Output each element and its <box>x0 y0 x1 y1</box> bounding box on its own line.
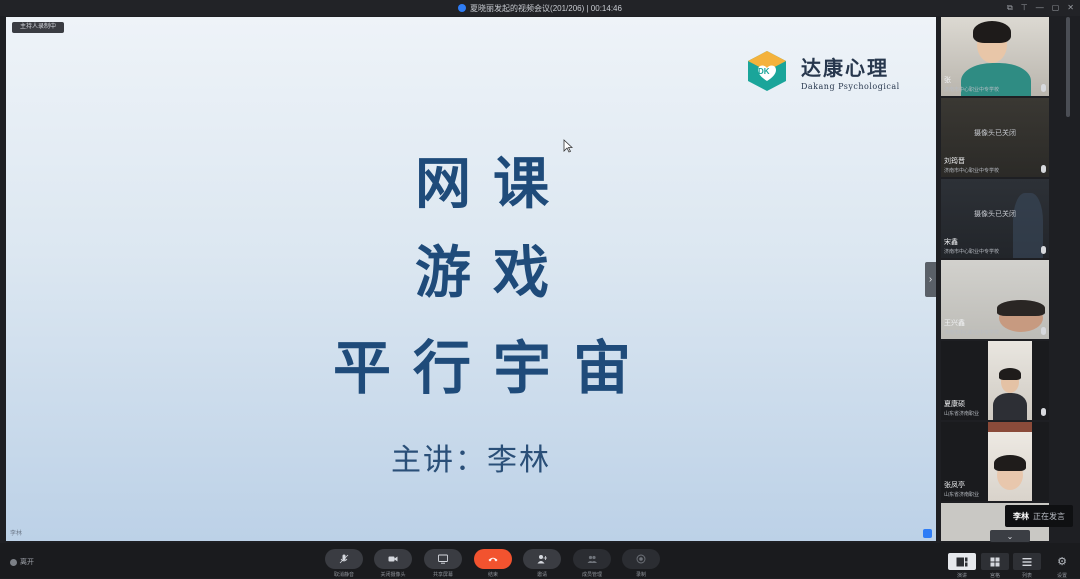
bottom-toolbar: 离开 取消静音 关闭摄像头 共享屏幕 结束 邀请 成员管理 录制 演讲 宫格 列… <box>0 543 1080 579</box>
logo-mark-text: DK <box>758 67 770 76</box>
invite-icon <box>537 555 547 564</box>
pin-icon[interactable]: ⊤ <box>1021 3 1028 13</box>
active-speaker-indicator: 李林 正在发言 <box>1005 505 1073 527</box>
grid-view-icon <box>990 557 1000 566</box>
participant-org: 济南市中心职业中专学校 <box>944 330 1000 336</box>
stage-speaker-label: 李林 <box>10 531 23 537</box>
participant-org: 山东省济南职业 <box>944 492 980 498</box>
record-button[interactable] <box>622 549 660 569</box>
participant-name: 王兴鑫 <box>944 320 965 327</box>
participant-tile[interactable]: 王兴鑫 济南市中心职业中专学校 <box>941 260 1049 339</box>
logo-chinese-name: 达康心理 <box>801 55 889 80</box>
speaker-name: 李林 <box>1013 511 1029 521</box>
mouse-cursor-icon <box>563 139 573 153</box>
fullscreen-icon[interactable] <box>923 529 932 538</box>
participant-name: 宋鑫 <box>944 239 958 246</box>
members-label: 成员管理 <box>581 572 602 578</box>
participant-tile[interactable]: 张 济南市中心职业中专学校 <box>941 17 1049 96</box>
slide-title-line-2: 游戏 <box>415 240 571 306</box>
restore-icon[interactable]: ⧉ <box>1007 3 1013 13</box>
window-title: 夏晓丽发起的视频会议(201/206) | 00:14:46 <box>470 3 622 13</box>
participant-name: 夏康硕 <box>944 401 965 408</box>
share-screen-label: 共享屏幕 <box>432 572 453 578</box>
participant-tile[interactable]: 摄像头已关闭 刘筠晋 济南市中心职业中专学校 <box>941 98 1049 177</box>
share-screen-button[interactable] <box>424 549 462 569</box>
participant-tile[interactable]: 夏康硕 山东省济南职业 <box>941 341 1049 420</box>
camera-off-status: 摄像头已关闭 <box>974 211 1016 218</box>
microphone-icon <box>339 554 349 564</box>
speaker-status: 正在发言 <box>1033 511 1065 521</box>
hangup-icon <box>488 557 498 562</box>
grid-view-button[interactable] <box>981 553 1009 570</box>
participant-scrollbar[interactable] <box>1066 17 1070 117</box>
end-meeting-button[interactable] <box>474 549 512 569</box>
invite-label: 邀请 <box>536 572 547 578</box>
invite-button[interactable] <box>523 549 561 569</box>
leave-label: 离开 <box>20 559 34 566</box>
camera-off-status: 摄像头已关闭 <box>974 130 1016 137</box>
mic-icon <box>1041 327 1046 335</box>
meeting-icon <box>458 4 467 12</box>
close-icon[interactable]: ✕ <box>1067 3 1074 13</box>
participant-org: 山东省济南职业 <box>944 411 980 417</box>
participant-org: 济南市中心职业中专学校 <box>944 87 1000 93</box>
shared-screen: 主持人录制中 DK 达康心理 Dakang Psychological 网课 游… <box>6 17 936 541</box>
mic-icon <box>1041 408 1046 416</box>
window-controls: ⧉ ⊤ — ▢ ✕ <box>1007 3 1074 13</box>
collapse-panel-button[interactable]: › <box>925 262 936 297</box>
mic-icon <box>1041 246 1046 254</box>
logo-mark-icon: DK <box>747 50 787 92</box>
mute-button[interactable] <box>325 549 363 569</box>
speaker-view-button[interactable] <box>948 553 976 570</box>
title-bar: 夏晓丽发起的视频会议(201/206) | 00:14:46 ⧉ ⊤ — ▢ ✕ <box>0 0 1080 16</box>
chevron-down-icon: ⌄ <box>1006 531 1014 541</box>
expand-list-button[interactable]: ⌄ <box>990 530 1030 542</box>
mute-label: 取消静音 <box>333 572 354 578</box>
mic-icon <box>1041 165 1046 173</box>
participant-name: 刘筠晋 <box>944 158 965 165</box>
share-screen-icon <box>438 554 448 564</box>
participant-tile[interactable]: 摄像头已关闭 宋鑫 济南市中心职业中专学校 <box>941 179 1049 258</box>
camera-icon <box>388 556 398 562</box>
record-icon <box>636 554 646 564</box>
recording-badge: 主持人录制中 <box>12 22 65 33</box>
slide-title-line-3: 平行宇宙 <box>332 334 653 402</box>
leave-icon <box>10 558 17 566</box>
list-view-icon <box>1022 557 1032 566</box>
settings-icon: ⚙ <box>1057 556 1067 568</box>
participant-name: 张凤亭 <box>944 482 965 489</box>
minimize-icon[interactable]: — <box>1036 3 1044 13</box>
slide-presenter: 主讲：李林 <box>391 443 551 478</box>
slide-title-line-1: 网课 <box>415 151 571 217</box>
end-meeting-label: 结束 <box>487 572 498 578</box>
maximize-icon[interactable]: ▢ <box>1052 3 1060 13</box>
record-label: 录制 <box>635 572 646 578</box>
members-button[interactable] <box>573 549 611 569</box>
members-icon <box>587 555 597 563</box>
chevron-right-icon: › <box>928 274 933 285</box>
leave-button[interactable]: 离开 <box>10 557 34 567</box>
settings-button[interactable]: ⚙ <box>1048 553 1076 570</box>
mic-icon <box>1041 84 1046 92</box>
list-view-button[interactable] <box>1013 553 1041 570</box>
participant-org: 济南市中心职业中专学校 <box>944 249 1000 255</box>
camera-label: 关闭摄像头 <box>380 572 406 578</box>
participant-name: 张 <box>944 77 951 84</box>
logo-english-name: Dakang Psychological <box>801 81 900 91</box>
dakang-logo: DK 达康心理 Dakang Psychological <box>747 50 900 92</box>
speaker-view-icon <box>956 557 968 566</box>
participant-tile[interactable]: 张凤亭 山东省济南职业 <box>941 422 1049 501</box>
camera-button[interactable] <box>374 549 412 569</box>
participant-org: 济南市中心职业中专学校 <box>944 168 1000 174</box>
